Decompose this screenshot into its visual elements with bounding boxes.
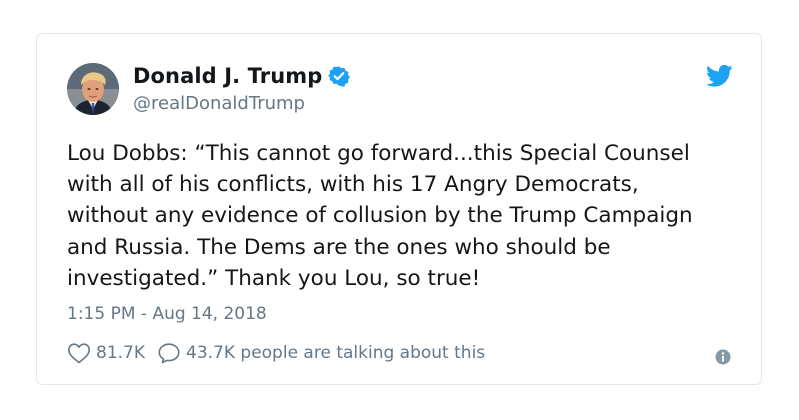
like-button[interactable]: 81.7K — [67, 342, 145, 364]
twitter-bird-icon[interactable] — [706, 64, 733, 88]
tweet-text: Lou Dobbs: “This cannot go forward...thi… — [67, 141, 693, 291]
verified-badge-icon — [328, 65, 351, 87]
reply-count-text: 43.7K people are talking about this — [186, 343, 486, 363]
avatar[interactable] — [67, 63, 119, 115]
display-name[interactable]: Donald J. Trump — [133, 64, 322, 88]
tweet-actions: 81.7K 43.7K people are talking about thi… — [67, 342, 485, 364]
user-handle[interactable]: @realDonaldTrump — [133, 93, 305, 114]
like-count: 81.7K — [96, 343, 145, 363]
speech-bubble-icon — [157, 342, 181, 364]
info-icon[interactable] — [715, 349, 731, 365]
heart-icon — [67, 342, 91, 364]
tweet-card: Donald J. Trump @realDonaldTrump Lou Dob… — [36, 33, 762, 385]
reply-button[interactable]: 43.7K people are talking about this — [157, 342, 485, 364]
tweet-timestamp[interactable]: 1:15 PM - Aug 14, 2018 — [67, 304, 267, 324]
author-name-row[interactable]: Donald J. Trump — [133, 64, 351, 88]
avatar-image — [67, 63, 119, 115]
